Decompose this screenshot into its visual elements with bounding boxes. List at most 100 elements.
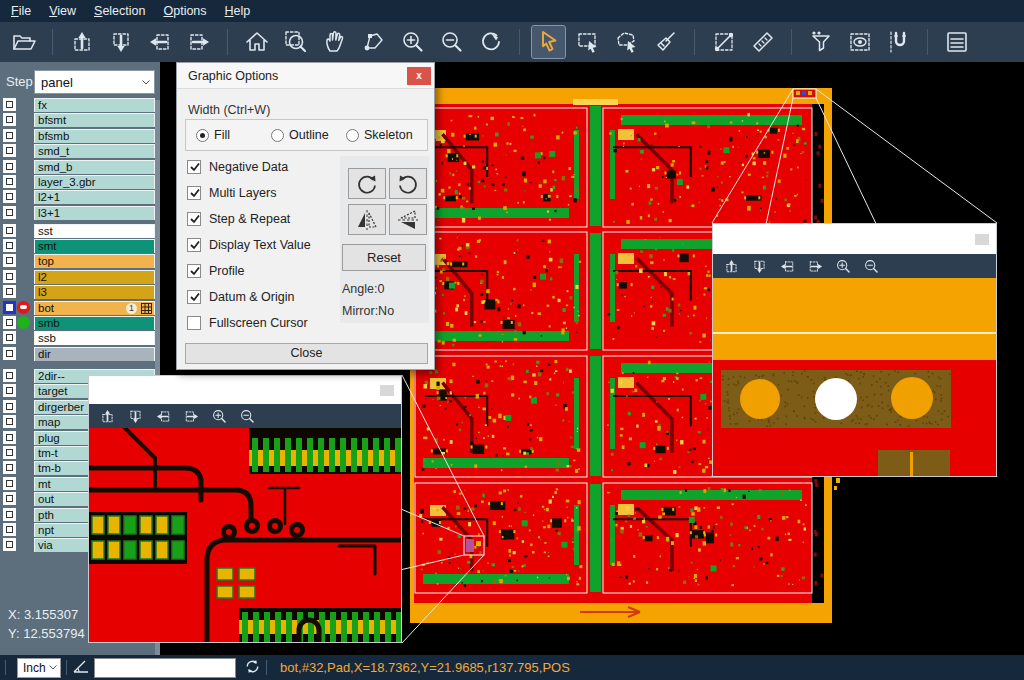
select-polygon-button[interactable]	[610, 26, 643, 58]
layer-chip-smd_t[interactable]: smd_t	[34, 144, 155, 158]
checkbox-fullscreen-cursor[interactable]: Fullscreen Cursor	[187, 316, 308, 330]
panel-left-button[interactable]	[151, 406, 175, 426]
layer-chip-smd_b[interactable]: smd_b	[34, 160, 155, 174]
rotate-ccw-button[interactable]	[389, 168, 427, 199]
zoom-window-button[interactable]	[279, 26, 312, 58]
layer-checkbox-tm-t[interactable]	[3, 446, 16, 459]
layer-checkbox-npt[interactable]	[3, 523, 16, 536]
dialog-titlebar[interactable]: Graphic Options x	[177, 63, 434, 89]
unit-select[interactable]: Inch	[17, 658, 61, 678]
layer-chip-sst[interactable]: sst	[34, 224, 155, 238]
layer-checkbox-layer_3.gbr[interactable]	[3, 175, 16, 188]
layer-chip-bfsmt[interactable]: bfsmt	[34, 113, 155, 127]
menu-help[interactable]: Help	[216, 2, 260, 20]
layer-checkbox-bfsmt[interactable]	[3, 113, 16, 126]
clear-highlight-button[interactable]	[649, 26, 682, 58]
filter-button[interactable]	[804, 26, 837, 58]
layer-checkbox-top[interactable]	[3, 254, 16, 267]
reset-button[interactable]: Reset	[342, 244, 426, 271]
zoom-out-button[interactable]	[859, 256, 883, 276]
zoom-out-button[interactable]	[235, 406, 259, 426]
layer-checkbox-pth[interactable]	[3, 508, 16, 521]
checkbox-display-text-value[interactable]: Display Text Value	[187, 238, 311, 252]
refresh-icon[interactable]	[244, 658, 261, 678]
flip-vertical-button[interactable]	[389, 204, 427, 235]
layer-chip-smt[interactable]: smt	[34, 239, 155, 253]
panel-down-button[interactable]	[123, 406, 147, 426]
radio-fill[interactable]: Fill	[196, 128, 230, 142]
dialog-close-button[interactable]: x	[407, 67, 431, 85]
layer-chip-l2[interactable]: l2	[34, 270, 155, 284]
layer-checkbox-bfsmb[interactable]	[3, 129, 16, 142]
step-select[interactable]: panel	[34, 70, 155, 94]
panel-up-button[interactable]	[65, 26, 98, 58]
layer-chip-fx[interactable]: fx	[34, 98, 155, 112]
snap-magnet-button[interactable]	[882, 26, 915, 58]
angle-mode-icon[interactable]	[72, 657, 90, 678]
flip-horizontal-button[interactable]	[348, 204, 386, 235]
zoom-window-right-titlebar[interactable]	[713, 224, 996, 254]
menu-file[interactable]: File	[2, 2, 40, 20]
menu-view[interactable]: View	[40, 2, 85, 20]
zoom-out-button[interactable]	[435, 26, 468, 58]
layer-chip-bot[interactable]: bot1	[34, 301, 155, 315]
panel-down-button[interactable]	[104, 26, 137, 58]
layer-indicator-red-dot[interactable]	[17, 301, 30, 314]
layer-table-button[interactable]	[940, 26, 973, 58]
panel-right-button[interactable]	[179, 406, 203, 426]
layer-chip-l2+1[interactable]: l2+1	[34, 190, 155, 204]
layer-checkbox-sst[interactable]	[3, 224, 16, 237]
layer-checkbox-out[interactable]	[3, 492, 16, 505]
menu-selection[interactable]: Selection	[85, 2, 154, 20]
layer-chip-top[interactable]: top	[34, 254, 155, 268]
zoom-window-left-titlebar[interactable]	[89, 376, 401, 404]
layer-checkbox-smt[interactable]	[3, 239, 16, 252]
layer-checkbox-fx[interactable]	[3, 98, 16, 111]
layer-chip-smb[interactable]: smb	[34, 316, 155, 330]
zoom-in-button[interactable]	[831, 256, 855, 276]
layer-checkbox-l3+1[interactable]	[3, 206, 16, 219]
layer-chip-layer_3.gbr[interactable]: layer_3.gbr	[34, 175, 155, 189]
zoom-in-button[interactable]	[207, 406, 231, 426]
select-rect-button[interactable]	[571, 26, 604, 58]
zoom-window-left[interactable]	[88, 375, 402, 643]
zoom-window-right[interactable]	[712, 223, 997, 477]
layer-chip-dir[interactable]: dir	[34, 347, 155, 361]
layer-chip-l3[interactable]: l3	[34, 285, 155, 299]
radio-skeleton[interactable]: Skeleton	[346, 128, 413, 142]
panel-right-button[interactable]	[803, 256, 827, 276]
checkbox-datum-origin[interactable]: Datum & Origin	[187, 290, 294, 304]
layer-checkbox-dir[interactable]	[3, 347, 16, 360]
layer-checkbox-l2[interactable]	[3, 270, 16, 283]
command-input[interactable]	[94, 658, 236, 678]
layer-checkbox-smb[interactable]	[3, 316, 16, 329]
layer-checkbox-target[interactable]	[3, 384, 16, 397]
layer-checkbox-bot[interactable]	[3, 301, 16, 314]
layer-checkbox-ssb[interactable]	[3, 331, 16, 344]
measure-ruler-button[interactable]	[746, 26, 779, 58]
layer-checkbox-l3[interactable]	[3, 285, 16, 298]
dialog-close-action-button[interactable]: Close	[185, 343, 428, 364]
layer-checkbox-l2+1[interactable]	[3, 190, 16, 203]
checkbox-profile[interactable]: Profile	[187, 264, 244, 278]
checkbox-step-repeat[interactable]: Step & Repeat	[187, 212, 290, 226]
layer-chip-bfsmb[interactable]: bfsmb	[34, 129, 155, 143]
layer-indicator-green-dot[interactable]	[17, 316, 30, 329]
layer-checkbox-dirgerber[interactable]	[3, 400, 16, 413]
open-folder-button[interactable]	[7, 26, 40, 58]
layer-checkbox-smd_b[interactable]	[3, 160, 16, 173]
zoom-window-right-menu-button[interactable]	[975, 234, 989, 245]
panel-up-button[interactable]	[719, 256, 743, 276]
pan-hand-button[interactable]	[318, 26, 351, 58]
zoom-polygon-button[interactable]	[357, 26, 390, 58]
panel-left-button[interactable]	[143, 26, 176, 58]
layer-grid-icon[interactable]	[141, 303, 152, 314]
layer-checkbox-2dir--[interactable]	[3, 369, 16, 382]
home-button[interactable]	[240, 26, 273, 58]
checkbox-multi-layers[interactable]: Multi Layers	[187, 186, 276, 200]
layer-checkbox-plug[interactable]	[3, 431, 16, 444]
layer-chip-l3+1[interactable]: l3+1	[34, 206, 155, 220]
radio-outline[interactable]: Outline	[271, 128, 329, 142]
select-cursor-button[interactable]	[532, 26, 565, 58]
layer-checkbox-tm-b[interactable]	[3, 461, 16, 474]
